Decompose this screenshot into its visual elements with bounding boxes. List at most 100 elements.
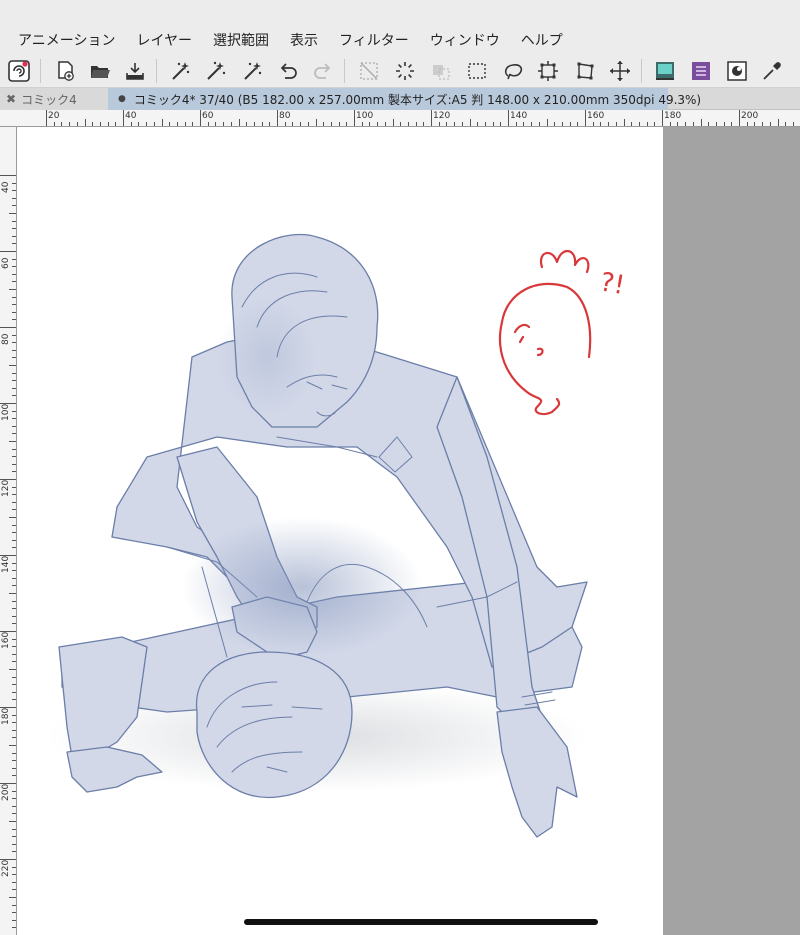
menu-help[interactable]: ヘルプ [521,30,563,50]
document-tab-bar: ✖ コミック4 ● コミック4* 37/40 (B5 182.00 x 257.… [0,88,800,110]
ruler-label: 140 [1,555,11,573]
tab-comic4-active[interactable]: ● コミック4* 37/40 (B5 182.00 x 257.00mm 製本サ… [108,88,701,110]
menu-items: アニメーション レイヤー 選択範囲 表示 フィルター ウィンドウ ヘルプ [18,30,584,50]
ruler-tick [46,110,47,126]
command-bar [0,55,800,88]
annotation-text: ?! [598,267,627,301]
ruler-label: 180 [1,707,11,725]
color-panel-icon[interactable] [652,58,678,84]
toolbar-separator [641,59,642,83]
undo-icon[interactable] [275,58,301,84]
auto-action-3-icon[interactable] [240,58,266,84]
auto-action-2-icon[interactable] [203,58,229,84]
clear-selection-icon[interactable] [356,58,382,84]
menu-bar: アニメーション レイヤー 選択範囲 表示 フィルター ウィンドウ ヘルプ [0,0,800,55]
ruler-minor-tick [623,119,625,126]
ruler-minor-tick [9,669,16,670]
app-window: アニメーション レイヤー 選択範囲 表示 フィルター ウィンドウ ヘルプ ✖ コ… [0,0,800,935]
unsaved-dot-icon: ● [118,94,126,104]
ruler-minor-tick [9,517,16,518]
menu-filter[interactable]: フィルター [339,30,409,50]
tab-label: コミック4 [21,92,77,107]
ruler-tick [200,110,201,126]
ruler-label: 220 [1,859,11,877]
ruler-minor-tick [9,593,16,594]
eyedropper-icon[interactable] [759,58,785,84]
menu-window[interactable]: ウィンドウ [430,30,500,50]
ruler-minor-tick [777,119,779,126]
redo-icon[interactable] [310,58,336,84]
ruler-label: 20 [48,111,60,121]
crop-icon[interactable] [535,58,561,84]
home-indicator[interactable] [244,919,598,925]
canvas-workspace[interactable]: ?! [17,127,800,935]
rect-select-icon[interactable] [464,58,490,84]
distort-icon[interactable] [572,58,598,84]
ruler-tick [585,110,586,126]
transform-icon[interactable] [428,58,454,84]
ruler-minor-tick [9,365,16,366]
ruler-label: 140 [510,111,528,121]
ruler-tick [354,110,355,126]
ruler-tick [508,110,509,126]
auto-action-1-icon[interactable] [168,58,194,84]
ruler-minor-tick [469,119,471,126]
ruler-label: 60 [1,257,11,269]
ruler-minor-tick [546,119,548,126]
ruler-tick [0,251,16,252]
layer-panel-icon[interactable] [688,58,714,84]
ruler-tick [431,110,432,126]
ruler-minor-tick [392,119,394,126]
save-icon[interactable] [122,58,148,84]
tab-label: コミック4* 37/40 (B5 182.00 x 257.00mm 製本サイズ… [133,92,702,107]
ruler-tick [0,175,16,176]
ruler-label: 120 [433,111,451,121]
ruler-minor-tick [9,289,16,290]
ruler-label: 160 [587,111,605,121]
ruler-tick [662,110,663,126]
ruler-minor-tick [700,119,702,126]
menu-selection[interactable]: 選択範囲 [213,30,269,50]
ruler-tick [277,110,278,126]
ruler-label: 100 [1,403,11,421]
ruler-minor-tick [84,119,86,126]
ruler-minor-tick [9,745,16,746]
ruler-label: 160 [1,631,11,649]
open-folder-icon[interactable] [87,58,113,84]
ruler-label: 80 [1,333,11,345]
ruler-label: 180 [664,111,682,121]
ruler-minor-tick [238,119,240,126]
ruler-label: 100 [356,111,374,121]
new-file-icon[interactable] [52,58,78,84]
ruler-label: 40 [125,111,137,121]
ruler-minor-tick [9,213,16,214]
ruler-tick [123,110,124,126]
ruler-label: 200 [1,783,11,801]
rotate-icon[interactable] [392,58,418,84]
ruler-minor-tick [9,821,16,822]
ruler-label: 80 [279,111,291,121]
ruler-minor-tick [315,119,317,126]
ruler-label: 60 [202,111,214,121]
ruler-label: 120 [1,479,11,497]
canvas-page[interactable]: ?! [17,127,663,935]
close-icon[interactable]: ✖ [6,92,16,106]
app-logo-icon[interactable] [6,58,32,84]
move-icon[interactable] [607,58,633,84]
ruler-tick [0,327,16,328]
horizontal-ruler: 20 40 60 80 100 120 140 160 180 200 [0,110,800,127]
sketch-artwork: ?! [47,233,627,838]
ruler-label: 40 [1,181,11,193]
ruler-label: 200 [741,111,759,121]
ruler-minor-tick [9,897,16,898]
lasso-icon[interactable] [500,58,526,84]
toolbar-separator [156,59,157,83]
menu-layer[interactable]: レイヤー [136,30,192,50]
ruler-minor-tick [161,119,163,126]
menu-view[interactable]: 表示 [290,30,318,50]
red-doodle [498,250,592,416]
vertical-ruler: 40 60 80 100 120 140 160 180 200 220 [0,127,17,935]
tone-icon[interactable] [724,58,750,84]
tab-comic4[interactable]: ✖ コミック4 [0,88,108,110]
menu-animation[interactable]: アニメーション [18,30,115,50]
